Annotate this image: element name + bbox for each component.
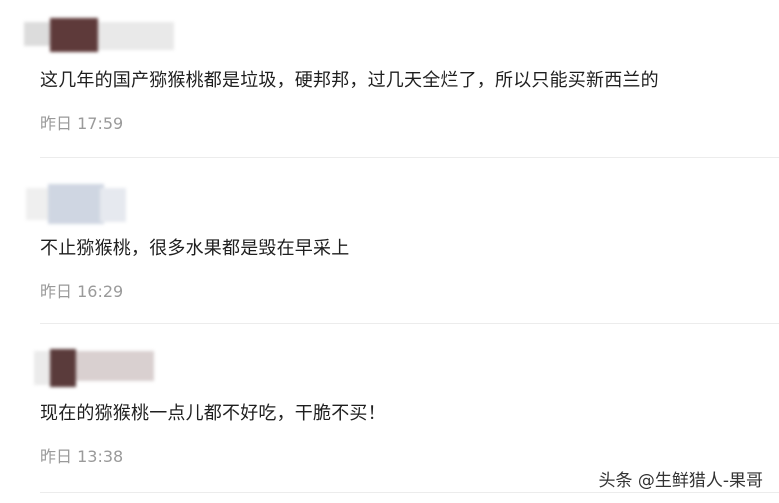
comment-text: 不止猕猴桃，很多水果都是毁在早采上 — [40, 238, 350, 259]
comment-divider — [40, 492, 779, 493]
comment-item: 这几年的国产猕猴桃都是垃圾，硬邦邦，过几天全烂了，所以只能买新西兰的 昨日 17… — [0, 0, 779, 160]
blurred-avatar[interactable] — [26, 178, 126, 226]
comment-item: 不止猕猴桃，很多水果都是毁在早采上 昨日 16:29 — [0, 160, 779, 325]
comment-timestamp: 昨日 16:29 — [40, 282, 124, 301]
watermark-text: 头条 @生鲜猎人-果哥 — [598, 471, 763, 491]
avatar-blur-center — [50, 18, 98, 52]
blurred-avatar[interactable] — [24, 14, 174, 54]
avatar-blur-right — [100, 188, 126, 222]
comment-divider — [40, 323, 779, 324]
avatar-blur-left — [24, 22, 50, 46]
comment-timestamp: 昨日 13:38 — [40, 447, 124, 466]
avatar-blur-right — [98, 22, 174, 50]
comment-text: 这几年的国产猕猴桃都是垃圾，硬邦邦，过几天全烂了，所以只能买新西兰的 — [40, 70, 659, 91]
avatar-blur-center — [48, 184, 104, 224]
avatar-blur-center — [50, 349, 76, 387]
avatar-blur-right — [76, 351, 154, 381]
avatar-blur-left — [26, 188, 50, 220]
comment-divider — [40, 157, 779, 158]
comment-text: 现在的猕猴桃一点儿都不好吃，干脆不买！ — [40, 403, 386, 424]
comment-timestamp: 昨日 17:59 — [40, 114, 124, 133]
blurred-avatar[interactable] — [34, 347, 154, 387]
